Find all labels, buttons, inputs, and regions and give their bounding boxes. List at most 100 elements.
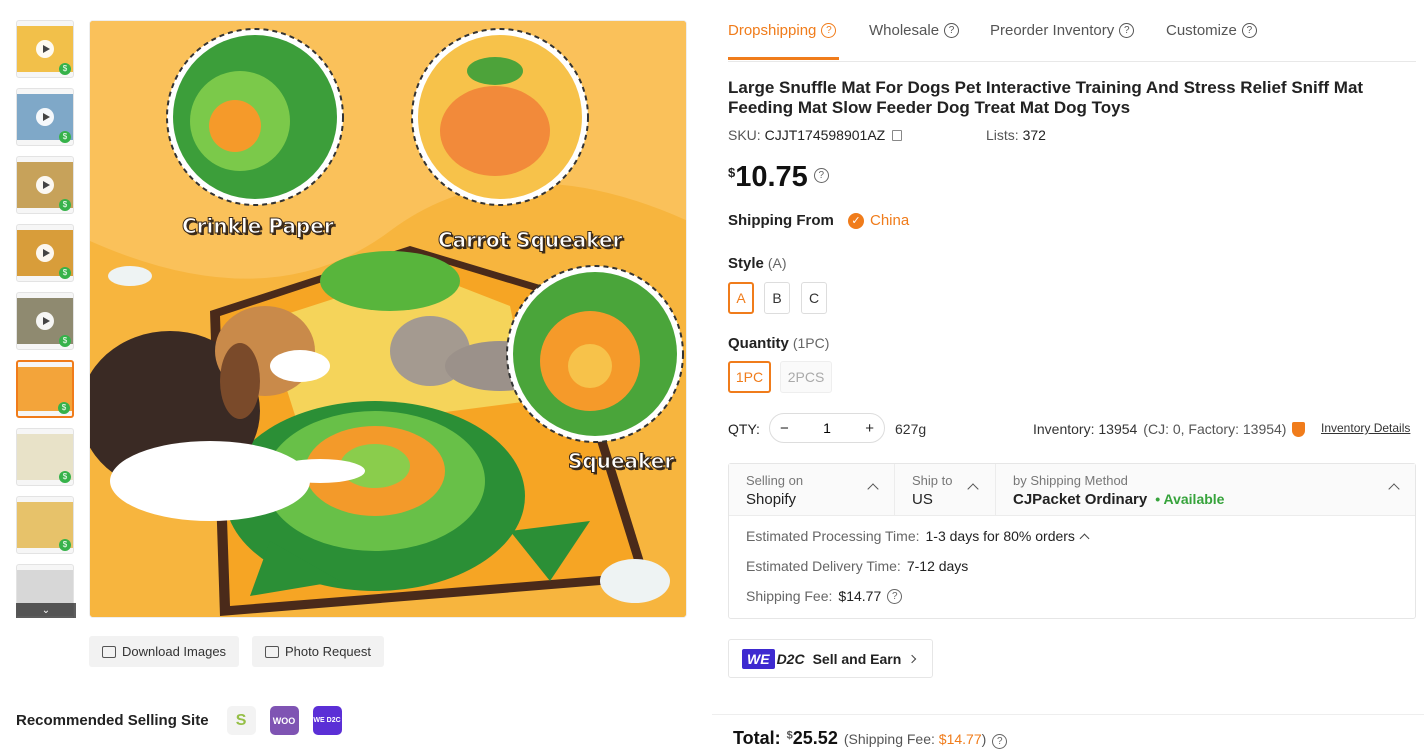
help-icon[interactable]: ? — [1119, 23, 1135, 38]
increment-button[interactable]: + — [865, 420, 874, 437]
help-icon[interactable]: ? — [944, 23, 960, 38]
ship-to-value: US — [912, 491, 933, 508]
woo-icon[interactable]: WOO — [269, 706, 299, 735]
photo-request-icon — [265, 645, 279, 658]
shipping-from-option[interactable]: ✓ China — [848, 212, 909, 229]
price-currency: $ — [728, 165, 736, 180]
price-badge-icon: $ — [59, 131, 71, 143]
delivery-value: 7-12 days — [906, 558, 969, 574]
availability-status: • Available — [1155, 491, 1225, 507]
copy-icon[interactable] — [892, 130, 903, 141]
we-logo: WE — [742, 648, 775, 669]
sku-label: SKU: — [728, 127, 761, 143]
recommended-label: Recommended Selling Site — [16, 712, 209, 729]
help-icon[interactable]: ? — [1241, 23, 1257, 38]
photo-request-label: Photo Request — [285, 644, 372, 659]
quantity-stepper: − + — [769, 413, 885, 443]
help-icon[interactable]: ? — [821, 23, 837, 38]
download-icon — [102, 645, 116, 658]
shipping-fee: Shipping Fee: $14.77 ? — [746, 588, 903, 604]
shipping-method-dropdown[interactable]: by Shipping Method CJPacket Ordinary • Av… — [996, 464, 1415, 516]
tab-preorder-label: Preorder Inventory — [990, 22, 1115, 39]
style-option-a[interactable]: A — [728, 282, 754, 314]
recommended-selling-sites: Recommended Selling Site S WOO WE D2C — [16, 706, 342, 735]
photo-request-button[interactable]: Photo Request — [252, 636, 385, 667]
style-label-text: Style — [728, 255, 764, 272]
price-badge-icon: $ — [59, 471, 71, 483]
play-icon — [36, 244, 54, 262]
purchase-mode-tabs: Dropshipping ? Wholesale ? Preorder Inve… — [728, 0, 1416, 62]
main-product-image[interactable]: Crinkle Paper Carrot Squeaker Squeaker — [89, 20, 687, 618]
help-icon[interactable]: ? — [887, 588, 903, 604]
we-d2c-icon[interactable]: WE D2C — [312, 706, 342, 735]
tab-dropshipping[interactable]: Dropshipping ? — [728, 22, 837, 39]
help-icon[interactable]: ? — [992, 734, 1008, 749]
price-help-icon[interactable]: ? — [813, 168, 829, 183]
total-label: Total: — [733, 728, 781, 748]
delivery-label: Estimated Delivery Time: — [746, 558, 901, 574]
play-icon — [36, 312, 54, 330]
download-images-button[interactable]: Download Images — [89, 636, 240, 667]
thumbnail[interactable]: $ — [16, 224, 74, 282]
qty-label: QTY: — [728, 421, 760, 437]
product-weight: 627g — [895, 421, 927, 437]
thumbnail[interactable]: $ — [16, 88, 74, 146]
tab-dropshipping-label: Dropshipping — [728, 22, 817, 39]
price-badge-icon: $ — [59, 199, 71, 211]
ship-to-label: Ship to — [912, 473, 953, 488]
thumbnail-scroll-down-button[interactable]: ⌄ — [16, 603, 76, 618]
style-option-c[interactable]: C — [801, 282, 827, 314]
shipping-fee-label: Shipping Fee: — [746, 588, 833, 604]
play-icon — [36, 40, 54, 58]
callout-carrot-squeaker: Carrot Squeaker — [437, 228, 623, 253]
style-option-b[interactable]: B — [764, 282, 790, 314]
divider — [712, 714, 1424, 715]
thumbnail[interactable]: $ — [16, 292, 74, 350]
product-photo — [90, 21, 686, 617]
tab-customize[interactable]: Customize ? — [1166, 22, 1257, 39]
quantity-label: Quantity (1PC) — [728, 335, 829, 352]
thumbnail[interactable]: $ — [16, 156, 74, 214]
callout-squeaker: Squeaker — [567, 449, 675, 474]
price-badge-icon: $ — [59, 267, 71, 279]
ship-to-dropdown[interactable]: Ship to US — [895, 464, 996, 516]
style-selected: (A) — [767, 255, 787, 271]
shipping-method-value: CJPacket Ordinary — [1013, 491, 1148, 508]
sku: SKU: CJJT174598901AZ — [728, 127, 903, 143]
quantity-option-1pc[interactable]: 1PC — [728, 361, 771, 393]
price-badge-icon: $ — [58, 402, 70, 414]
inventory-info: Inventory: 13954 (CJ: 0, Factory: 13954) — [1033, 421, 1306, 437]
total-fee-prefix: (Shipping Fee: — [843, 731, 935, 747]
sell-and-earn-label: Sell and Earn — [812, 650, 902, 667]
shipping-from-label: Shipping From — [728, 212, 834, 229]
shipping-selectors: Selling on Shopify Ship to US by Shippin… — [729, 464, 1415, 516]
tab-wholesale[interactable]: Wholesale ? — [869, 22, 960, 39]
decrement-button[interactable]: − — [780, 420, 789, 437]
inventory-details-link[interactable]: Inventory Details — [1321, 421, 1410, 435]
we-d2c-sell-and-earn-button[interactable]: WE D2C Sell and Earn — [728, 639, 933, 678]
download-images-label: Download Images — [122, 644, 227, 659]
chevron-up-icon[interactable] — [1079, 533, 1090, 543]
product-price: $ 10.75 ? — [728, 160, 829, 194]
quantity-input[interactable] — [807, 420, 847, 436]
thumbnail[interactable]: $ — [16, 496, 74, 554]
total-fee-suffix: ) — [981, 731, 987, 747]
d2c-logo: D2C — [776, 650, 805, 667]
thumbnail[interactable]: $ — [16, 360, 74, 418]
shopify-icon[interactable]: S — [226, 706, 256, 735]
lists-value: 372 — [1022, 127, 1046, 143]
total-amount: 25.52 — [792, 728, 838, 748]
play-icon — [36, 108, 54, 126]
thumbnail[interactable]: $ — [16, 428, 74, 486]
thumbnail[interactable]: $ — [16, 20, 74, 78]
inventory-breakdown: (CJ: 0, Factory: 13954) — [1143, 421, 1287, 437]
tab-preorder-inventory[interactable]: Preorder Inventory ? — [990, 22, 1135, 39]
total-fee-value: $14.77 — [938, 731, 982, 747]
processing-label: Estimated Processing Time: — [746, 528, 920, 544]
style-label: Style (A) — [728, 255, 787, 272]
order-total: Total: $25.52 (Shipping Fee: $14.77) ? — [733, 728, 1008, 749]
quantity-option-2pcs[interactable]: 2PCS — [780, 361, 832, 393]
selling-on-dropdown[interactable]: Selling on Shopify — [729, 464, 895, 516]
lists-count: Lists: 372 — [986, 127, 1046, 143]
tab-customize-label: Customize — [1166, 22, 1237, 39]
